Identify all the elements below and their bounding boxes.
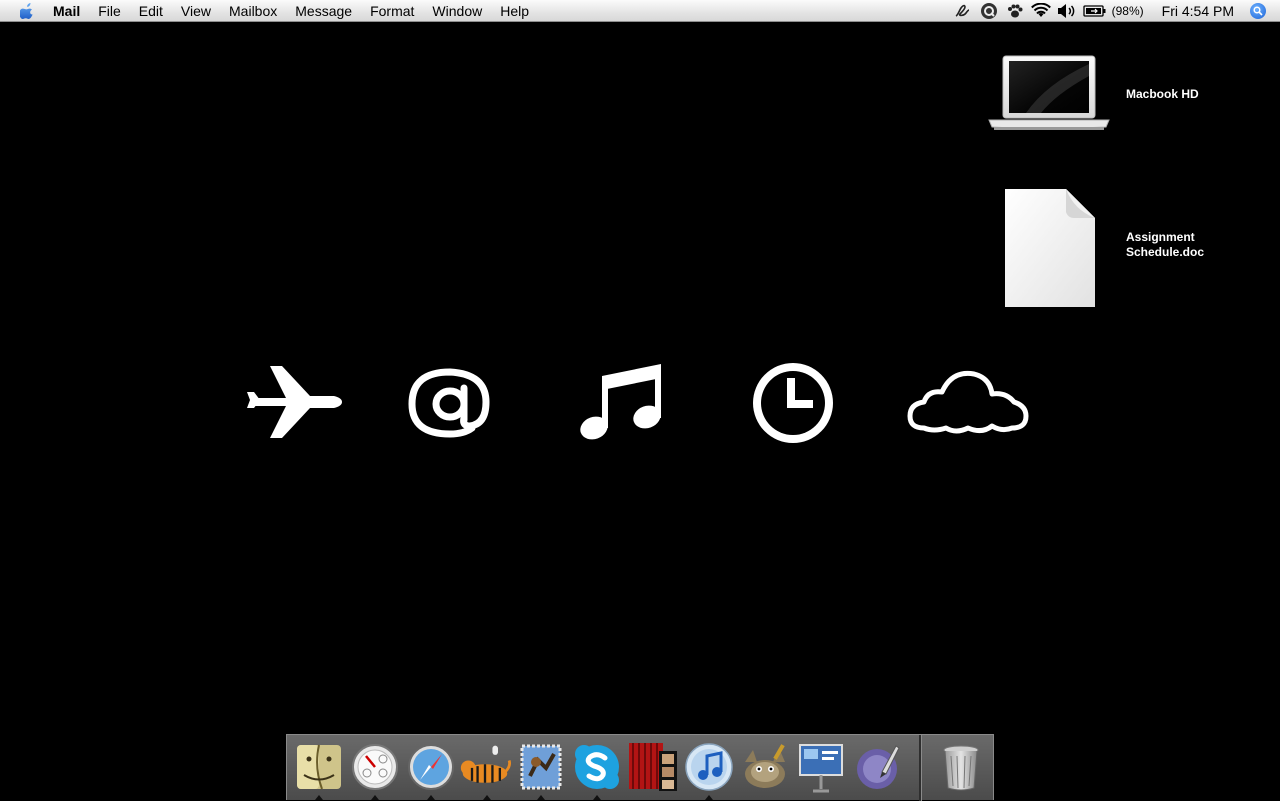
- menu-bar: Mail File Edit View Mailbox Message Form…: [0, 0, 1280, 22]
- menu-message[interactable]: Message: [286, 0, 361, 22]
- battery-icon[interactable]: [1082, 0, 1108, 22]
- safari-icon[interactable]: [405, 741, 457, 793]
- mail-icon[interactable]: [515, 741, 567, 793]
- desktop-item-label: Assignment Schedule.doc: [1126, 230, 1205, 259]
- dock: [286, 734, 994, 801]
- laptop-icon: [986, 54, 1112, 134]
- dashboard-icon[interactable]: [349, 741, 401, 793]
- tiger-icon[interactable]: [459, 741, 511, 793]
- apple-menu-icon[interactable]: [18, 2, 36, 20]
- menu-mailbox[interactable]: Mailbox: [220, 0, 286, 22]
- cloud-icon: [906, 366, 1030, 436]
- volume-icon[interactable]: [1056, 0, 1078, 22]
- menu-extras: (98%) Fri 4:54 PM: [950, 0, 1280, 22]
- running-indicator: [371, 795, 379, 800]
- menu-help[interactable]: Help: [491, 0, 538, 22]
- document-icon: [1004, 188, 1096, 308]
- menu-clock[interactable]: Fri 4:54 PM: [1162, 3, 1234, 19]
- running-indicator: [705, 795, 713, 800]
- menu-view[interactable]: View: [172, 0, 220, 22]
- quicksilver-icon[interactable]: [978, 0, 1000, 22]
- menu-edit[interactable]: Edit: [130, 0, 172, 22]
- at-sign-icon: [406, 366, 492, 438]
- airplane-icon: [244, 362, 344, 442]
- menu-format[interactable]: Format: [361, 0, 423, 22]
- dock-separator: [919, 735, 922, 801]
- music-note-icon: [578, 362, 668, 444]
- gimp-icon[interactable]: [739, 741, 791, 793]
- keynote-icon[interactable]: [795, 741, 847, 793]
- spotlight-icon[interactable]: [1250, 2, 1266, 19]
- running-indicator: [537, 795, 545, 800]
- script-editor-icon[interactable]: [851, 741, 903, 793]
- desktop-item-assignment-doc[interactable]: Assignment Schedule.doc: [1004, 188, 1204, 308]
- running-indicator: [315, 795, 323, 800]
- running-indicator: [483, 795, 491, 800]
- trash-icon[interactable]: [935, 741, 987, 793]
- menu-file[interactable]: File: [89, 0, 130, 22]
- script-icon[interactable]: [952, 0, 974, 22]
- menu-app-mail[interactable]: Mail: [44, 0, 89, 22]
- finder-icon[interactable]: [293, 741, 345, 793]
- menu-window[interactable]: Window: [423, 0, 491, 22]
- battery-percent: (98%): [1111, 3, 1144, 18]
- clock-icon: [746, 362, 840, 444]
- running-indicator: [427, 795, 435, 800]
- itunes-icon[interactable]: [683, 741, 735, 793]
- desktop-item-label: Macbook HD: [1126, 86, 1199, 101]
- skype-icon[interactable]: [571, 741, 623, 793]
- photo-booth-icon[interactable]: [627, 741, 679, 793]
- running-indicator: [593, 795, 601, 800]
- growl-paw-icon[interactable]: [1004, 0, 1026, 22]
- desktop-item-macbook-hd[interactable]: Macbook HD: [986, 54, 1199, 134]
- wifi-icon[interactable]: [1030, 0, 1052, 22]
